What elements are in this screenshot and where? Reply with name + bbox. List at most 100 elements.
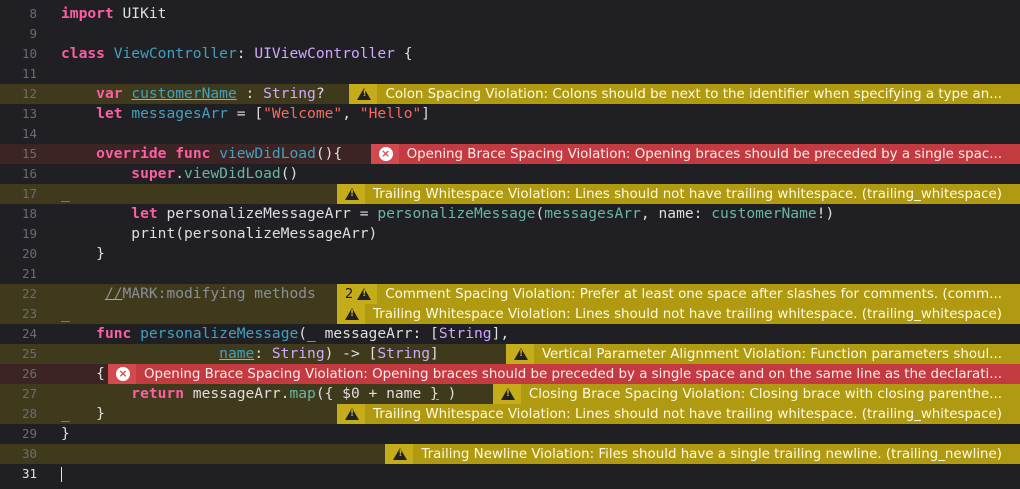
code-line[interactable]: 24 func personalizeMessage(_ messageArr:… — [0, 324, 1020, 344]
code-token: = [ — [227, 105, 264, 122]
line-number: 15 — [21, 146, 37, 161]
warning-annotation[interactable]: Closing Brace Spacing Violation: Closing… — [492, 384, 1020, 404]
code-line[interactable]: 12 var customerName : String? Colon Spaci… — [0, 84, 1020, 104]
code-text[interactable]: override func viewDidLoad(){ — [61, 144, 342, 164]
annotation-badge[interactable] — [337, 304, 366, 324]
error-annotation[interactable]: × Opening Brace Spacing Violation: Openin… — [107, 364, 1020, 384]
warning-annotation[interactable]: Colon Spacing Violation: Colons should b… — [349, 84, 1020, 104]
code-line[interactable]: 23 _ Trailing Whitespace Violation: Lines … — [0, 304, 1020, 324]
code-token: super — [131, 165, 176, 182]
code-line[interactable]: 21 — [0, 264, 1020, 284]
code-text[interactable]: let personalizeMessageArr = personalizeM… — [61, 204, 834, 224]
code-token: ( — [535, 205, 545, 222]
code-token: ] — [430, 345, 439, 362]
code-token: , name: — [640, 205, 712, 222]
code-token: return — [131, 385, 185, 402]
code-line[interactable]: 29} — [0, 424, 1020, 444]
code-token: ViewController — [113, 45, 237, 62]
code-token: . — [175, 165, 185, 182]
code-text[interactable]: _ } — [61, 404, 105, 424]
code-text[interactable]: _ — [61, 184, 70, 204]
code-line[interactable]: 30 Trailing Newline Violation: Files shou… — [0, 444, 1020, 464]
line-number: 12 — [21, 86, 37, 101]
code-text[interactable]: return messageArr.map({ $0 + name } ) — [61, 384, 456, 404]
code-token: ({ $0 + name — [315, 385, 431, 402]
code-line[interactable]: 13 let messagesArr = ["Welcome", "Hello"… — [0, 104, 1020, 124]
code-token: MARK:modifying methods — [122, 285, 316, 302]
warning-icon — [500, 388, 515, 400]
annotation-badge[interactable] — [505, 344, 534, 364]
annotation-badge[interactable]: × — [370, 144, 399, 164]
warning-annotation[interactable]: Vertical Parameter Alignment Violation: … — [505, 344, 1020, 364]
annotation-badge[interactable] — [337, 404, 366, 424]
code-line[interactable]: 9 — [0, 24, 1020, 44]
code-text[interactable]: super.viewDidLoad() — [61, 164, 298, 184]
code-line[interactable]: 28 _ } Trailing Whitespace Violation: Line… — [0, 404, 1020, 424]
code-token: viewDidLoad — [219, 145, 316, 162]
code-line[interactable]: 18 let personalizeMessageArr = personali… — [0, 204, 1020, 224]
annotation-badge[interactable] — [349, 84, 378, 104]
warning-annotation[interactable]: Trailing Whitespace Violation: Lines sho… — [337, 184, 1020, 204]
code-line[interactable]: 25 name: String) -> [String] Vertical Par… — [0, 344, 1020, 364]
code-text[interactable]: var customerName : String? — [61, 84, 324, 104]
code-text[interactable]: { — [61, 364, 105, 384]
code-line[interactable]: 27 return messageArr.map({ $0 + name } )… — [0, 384, 1020, 404]
code-line[interactable]: 20 } — [0, 244, 1020, 264]
code-text[interactable]: name: String) -> [String] — [61, 344, 439, 364]
line-number: 18 — [21, 206, 37, 221]
annotation-badge[interactable]: × — [107, 364, 136, 384]
code-line[interactable]: 16 super.viewDidLoad() — [0, 164, 1020, 184]
warning-annotation[interactable]: 2 Comment Spacing Violation: Prefer at le… — [336, 284, 1020, 304]
error-icon: × — [115, 367, 130, 381]
line-number: 19 — [21, 226, 37, 241]
code-token: class — [61, 45, 105, 62]
code-text[interactable]: } — [61, 244, 105, 264]
warning-icon — [357, 288, 372, 300]
code-token: personalizeMessage — [140, 325, 299, 342]
code-line[interactable]: 10 class ViewController: UIViewController… — [0, 44, 1020, 64]
code-line[interactable]: 17 _ Trailing Whitespace Violation: Lines … — [0, 184, 1020, 204]
code-line[interactable]: 22 //MARK:modifying methods 2 Comment Spac… — [0, 284, 1020, 304]
annotation-message: Colon Spacing Violation: Colons should b… — [385, 86, 1002, 102]
code-text[interactable]: let messagesArr = ["Welcome", "Hello"] — [61, 104, 430, 124]
code-token: "Hello" — [359, 105, 422, 122]
code-token: _ — [61, 305, 70, 322]
line-number: 23 — [21, 306, 37, 321]
annotation-badge[interactable]: 2 — [336, 284, 378, 304]
code-text[interactable]: print(personalizeMessageArr) — [61, 224, 377, 244]
code-line[interactable]: 19 print(personalizeMessageArr) — [0, 224, 1020, 244]
error-annotation[interactable]: × Opening Brace Spacing Violation: Openin… — [370, 144, 1020, 164]
code-line[interactable]: 11 — [0, 64, 1020, 84]
warning-annotation[interactable]: Trailing Newline Violation: Files should… — [385, 444, 1020, 464]
annotation-badge[interactable] — [385, 444, 414, 464]
code-line[interactable]: 15 override func viewDidLoad(){ × Opening … — [0, 144, 1020, 164]
code-text[interactable]: func personalizeMessage(_ messageArr: [S… — [61, 324, 509, 344]
code-text[interactable]: } — [61, 424, 70, 444]
annotation-badge[interactable] — [337, 184, 366, 204]
code-text[interactable]: //MARK:modifying methods — [61, 284, 316, 304]
error-icon: × — [378, 147, 393, 161]
code-line[interactable]: 31 — [0, 464, 1020, 484]
code-token: // — [104, 285, 123, 302]
code-token: ) — [438, 385, 457, 402]
code-token: ], — [491, 325, 510, 342]
code-text[interactable]: _ — [61, 304, 70, 324]
warning-icon — [357, 88, 372, 100]
warning-annotation[interactable]: Trailing Whitespace Violation: Lines sho… — [337, 304, 1020, 324]
code-text[interactable]: class ViewController: UIViewController { — [61, 44, 413, 64]
annotation-message: Closing Brace Spacing Violation: Closing… — [528, 386, 1002, 402]
code-text[interactable]: import UIKit — [61, 4, 166, 24]
code-line[interactable]: 8 import UIKit — [0, 4, 1020, 24]
code-line[interactable]: 14 — [0, 124, 1020, 144]
code-line[interactable]: 26 {× Opening Brace Spacing Violation: Op… — [0, 364, 1020, 384]
annotation-badge[interactable] — [492, 384, 521, 404]
warning-annotation[interactable]: Trailing Whitespace Violation: Lines sho… — [337, 404, 1020, 424]
line-number: 14 — [21, 126, 37, 141]
